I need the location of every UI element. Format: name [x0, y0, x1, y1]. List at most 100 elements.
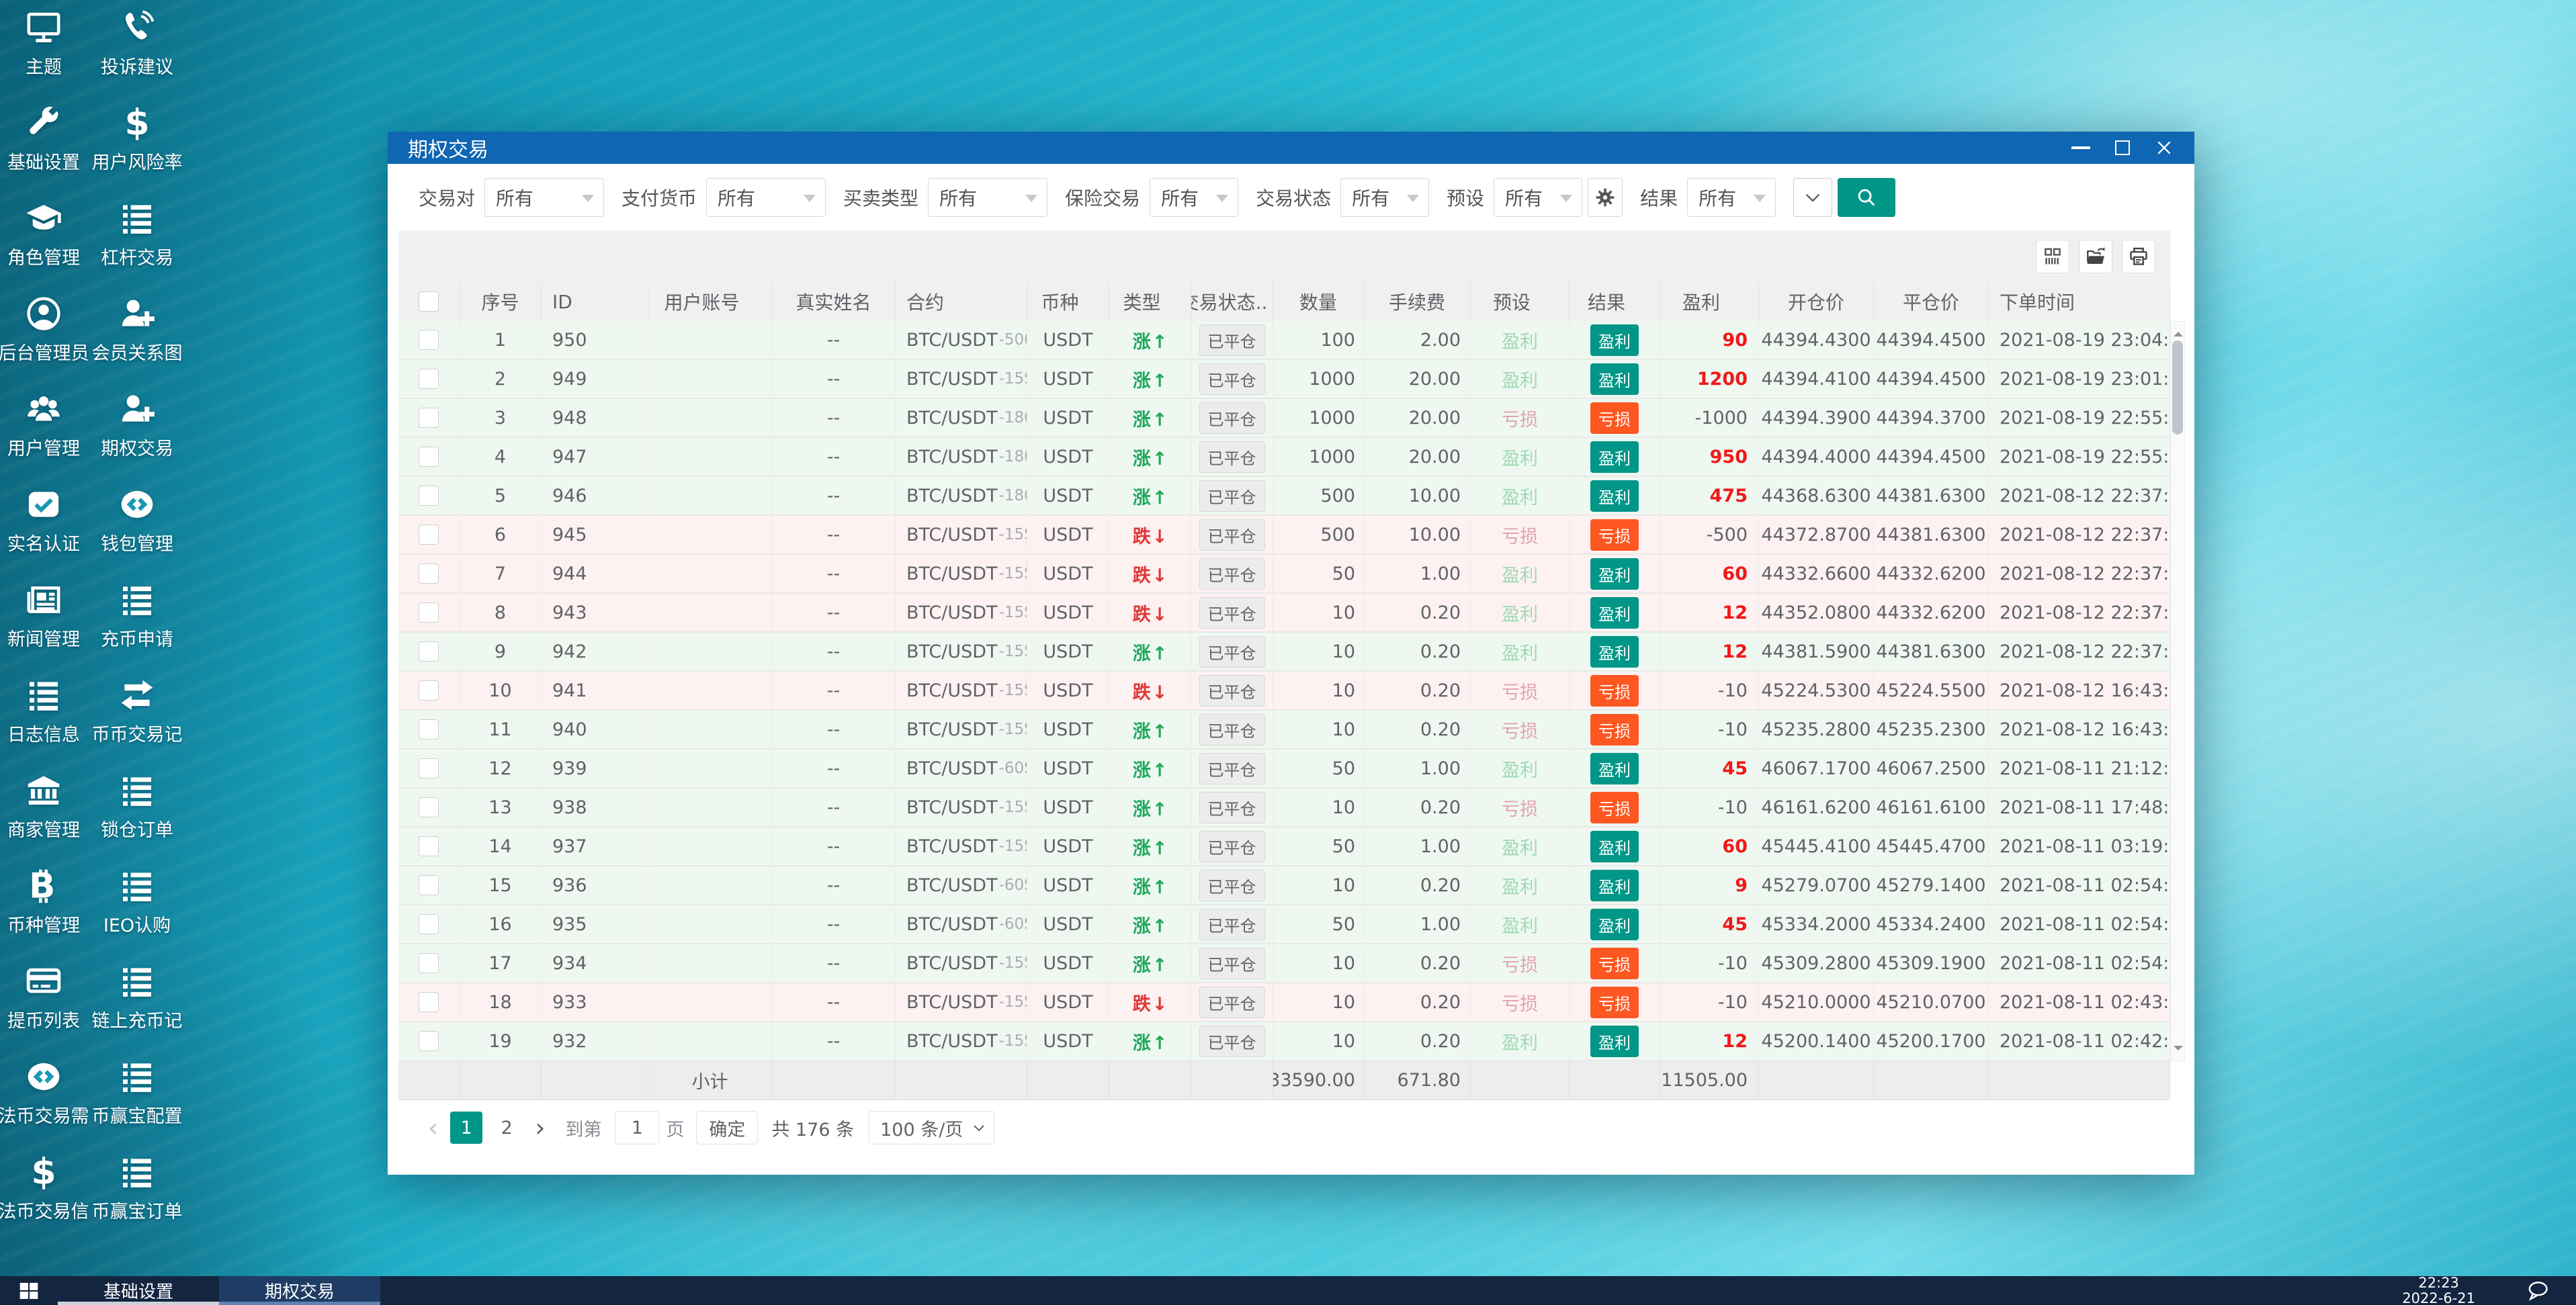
row-checkbox[interactable] [419, 836, 439, 856]
column-header[interactable]: 序号 [460, 282, 542, 321]
filter-select[interactable]: 所有 [1340, 177, 1430, 217]
taskbar-clock[interactable]: 22:23 2022-6-21 [2402, 1275, 2475, 1305]
row-checkbox[interactable] [419, 719, 439, 739]
column-header[interactable]: 数量 [1273, 282, 1364, 321]
filter-select[interactable]: 所有 [484, 177, 605, 217]
row-checkbox[interactable] [419, 447, 439, 467]
minimize-button[interactable] [2060, 132, 2102, 164]
desktop-shortcut[interactable]: 提币列表 [0, 962, 94, 1057]
column-header[interactable]: ID [542, 282, 648, 321]
column-header[interactable]: 用户账号 [648, 282, 772, 321]
print-button[interactable] [2122, 239, 2155, 273]
sort-icon[interactable] [951, 291, 960, 312]
row-checkbox[interactable] [419, 525, 439, 545]
column-header[interactable]: 合约 [896, 282, 1027, 321]
taskbar-app-button[interactable]: 基础设置 [58, 1276, 219, 1305]
desktop-shortcut[interactable]: 锁仓订单 [87, 771, 187, 866]
column-header[interactable]: 类型 [1109, 282, 1191, 321]
column-header[interactable]: 盈利 [1660, 282, 1759, 321]
column-header[interactable]: 币种 [1027, 282, 1109, 321]
jump-page-input[interactable] [615, 1111, 660, 1144]
page-button[interactable]: 2 [490, 1112, 523, 1144]
desktop-shortcut[interactable]: B 币种管理 [0, 866, 94, 962]
desktop-shortcut[interactable]: $ 法币交易信 [0, 1153, 94, 1248]
desktop-shortcut[interactable]: 钱包管理 [87, 485, 187, 580]
table-scrollbar[interactable] [2170, 321, 2185, 1061]
desktop-shortcut[interactable]: 商家管理 [0, 771, 94, 866]
window-titlebar[interactable]: 期权交易 [388, 132, 2194, 164]
sort-icon[interactable] [2081, 291, 2091, 312]
row-checkbox[interactable] [419, 486, 439, 506]
row-checkbox[interactable] [419, 641, 439, 662]
sort-icon[interactable] [1086, 291, 1095, 312]
column-header[interactable]: 平仓价 [1874, 282, 1989, 321]
filter-select[interactable]: 所有 [1150, 177, 1239, 217]
desktop-shortcut[interactable]: 日志信息 [0, 676, 94, 771]
sort-icon[interactable] [1168, 291, 1177, 312]
prev-page-button[interactable]: ‹ [420, 1113, 446, 1142]
row-checkbox[interactable] [419, 330, 439, 350]
maximize-button[interactable] [2102, 132, 2143, 164]
filter-select[interactable]: 所有 [706, 177, 826, 217]
filter-select[interactable]: 所有 [928, 177, 1048, 217]
desktop-shortcut[interactable]: 币赢宝配置 [87, 1057, 187, 1153]
sort-icon[interactable] [1537, 291, 1547, 312]
row-checkbox[interactable] [419, 914, 439, 934]
row-checkbox[interactable] [419, 953, 439, 973]
desktop-shortcut[interactable]: 币赢宝订单 [87, 1153, 187, 1248]
desktop-shortcut[interactable]: 杠杆交易 [87, 199, 187, 294]
row-checkbox[interactable] [419, 680, 439, 701]
column-header[interactable]: 手续费 [1364, 282, 1471, 321]
desktop-shortcut[interactable]: 法币交易需 [0, 1057, 94, 1153]
desktop-shortcut[interactable]: 会员关系图 [87, 294, 187, 390]
desktop-shortcut[interactable]: 新闻管理 [0, 580, 94, 676]
more-filters-button[interactable] [1793, 177, 1833, 217]
column-header[interactable]: 预设 [1471, 282, 1570, 321]
page-button[interactable]: 1 [450, 1112, 483, 1144]
taskbar-app-button[interactable]: 期权交易 [219, 1276, 380, 1305]
next-page-button[interactable]: › [527, 1113, 553, 1142]
row-checkbox[interactable] [419, 602, 439, 623]
column-header[interactable]: 真实姓名 [772, 282, 896, 321]
row-checkbox[interactable] [419, 758, 439, 778]
sort-icon[interactable] [746, 291, 756, 312]
search-button[interactable] [1838, 177, 1896, 217]
desktop-shortcut[interactable]: IEO认购 [87, 866, 187, 962]
preset-gear-button[interactable] [1588, 177, 1623, 217]
row-checkbox[interactable] [419, 992, 439, 1012]
desktop-shortcut[interactable]: 充币申请 [87, 580, 187, 676]
desktop-shortcut[interactable]: 期权交易 [87, 390, 187, 485]
scroll-down-icon[interactable] [2174, 1046, 2183, 1055]
column-header[interactable]: 交易状态.. [1191, 282, 1273, 321]
page-size-select[interactable]: 100 条/页 [869, 1111, 995, 1144]
confirm-button[interactable]: 确定 [696, 1111, 759, 1144]
desktop-shortcut[interactable]: 后台管理员 [0, 294, 94, 390]
sort-icon[interactable] [1727, 291, 1736, 312]
desktop-shortcut[interactable]: 用户管理 [0, 390, 94, 485]
start-button[interactable] [0, 1276, 58, 1305]
row-checkbox[interactable] [419, 369, 439, 389]
desktop-shortcut[interactable]: $ 用户风险率 [87, 103, 187, 199]
desktop-shortcut[interactable]: 角色管理 [0, 199, 94, 294]
scrollbar-thumb[interactable] [2172, 341, 2183, 435]
desktop-shortcut[interactable]: 主题 [0, 8, 94, 103]
sort-icon[interactable] [1632, 291, 1641, 312]
filter-select[interactable]: 所有 [1687, 177, 1776, 217]
select-all-checkbox[interactable] [419, 291, 439, 312]
column-header[interactable]: 结果 [1570, 282, 1660, 321]
desktop-shortcut[interactable]: 实名认证 [0, 485, 94, 580]
row-checkbox[interactable] [419, 564, 439, 584]
scroll-up-icon[interactable] [2174, 327, 2183, 336]
column-header[interactable]: 开仓价 [1759, 282, 1874, 321]
close-button[interactable] [2143, 132, 2185, 164]
row-checkbox[interactable] [419, 1031, 439, 1051]
columns-button[interactable] [2036, 239, 2069, 273]
notification-button[interactable] [2524, 1276, 2552, 1305]
desktop-shortcut[interactable]: 币币交易记 [87, 676, 187, 771]
row-checkbox[interactable] [419, 875, 439, 895]
export-button[interactable] [2079, 239, 2112, 273]
desktop-shortcut[interactable]: 链上充币记 [87, 962, 187, 1057]
filter-select[interactable]: 所有 [1494, 177, 1583, 217]
row-checkbox[interactable] [419, 797, 439, 817]
desktop-shortcut[interactable]: 投诉建议 [87, 8, 187, 103]
